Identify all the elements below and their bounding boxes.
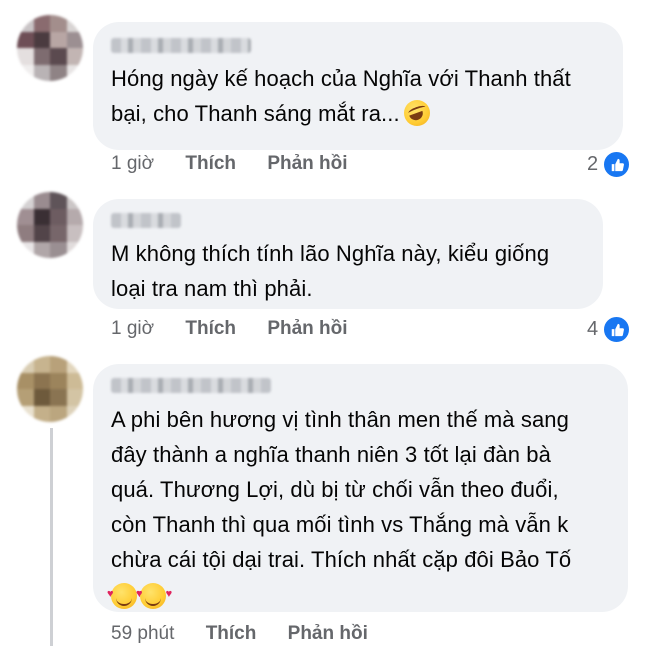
avatar-pixel	[50, 356, 67, 373]
comment-text-line: Hóng ngày kế hoạch của Nghĩa với Thanh t…	[111, 66, 571, 91]
avatar-pixel	[66, 208, 83, 225]
commenter-name-blurred[interactable]	[111, 378, 271, 393]
reaction-summary[interactable]: 2	[587, 150, 632, 179]
comment-text-line: loại tra nam thì phải.	[111, 276, 313, 301]
avatar-pixel	[17, 389, 34, 406]
comment-emoji-line	[107, 577, 571, 614]
comment-time[interactable]: 1 giờ	[111, 153, 154, 174]
reaction-count: 4	[587, 318, 599, 340]
reaction-summary[interactable]: 4	[587, 315, 632, 344]
avatar-pixel	[50, 241, 67, 258]
comment-text: Hóng ngày kế hoạch của Nghĩa với Thanh t…	[111, 61, 571, 131]
avatar-pixel	[33, 241, 50, 258]
avatar[interactable]	[17, 192, 83, 258]
thumbs-up-icon	[602, 315, 632, 344]
avatar-pixel	[33, 225, 50, 242]
reply-thread-line	[50, 428, 53, 646]
avatar-pixel	[33, 192, 50, 209]
avatar-pixel	[17, 64, 34, 81]
comment-bubble: A phi bên hương vị tình thân men thế mà …	[93, 364, 628, 612]
avatar[interactable]	[17, 15, 83, 81]
avatar[interactable]	[17, 356, 83, 422]
avatar-pixel	[66, 241, 83, 258]
comment-text-line: A phi bên hương vị tình thân men thế mà …	[111, 407, 569, 432]
comment-actions: 59 phút Thích Phản hồi	[111, 623, 368, 645]
comment-text: A phi bên hương vị tình thân men thế mà …	[107, 402, 572, 614]
avatar-pixel	[50, 389, 67, 406]
commenter-name-blurred[interactable]	[111, 38, 251, 53]
avatar-pixel	[66, 225, 83, 242]
avatar-pixel	[17, 405, 34, 422]
avatar-pixel	[33, 356, 50, 373]
like-button[interactable]: Thích	[185, 153, 236, 174]
avatar-pixel	[50, 48, 67, 65]
avatar-pixel	[17, 192, 34, 209]
avatar-pixel	[50, 15, 67, 32]
comment-text-line: M không thích tính lão Nghĩa này, kiểu g…	[111, 241, 550, 266]
avatar-pixel	[17, 225, 34, 242]
commenter-name-blurred[interactable]	[111, 213, 181, 228]
avatar-pixel	[66, 15, 83, 32]
avatar-pixel	[50, 64, 67, 81]
avatar-pixel	[17, 356, 34, 373]
comment-time[interactable]: 59 phút	[111, 623, 174, 644]
avatar-pixel	[66, 48, 83, 65]
avatar-pixel	[17, 31, 34, 48]
reaction-count: 2	[587, 153, 599, 175]
avatar-pixel	[17, 372, 34, 389]
avatar-pixel	[50, 208, 67, 225]
rolling-laughing-emoji	[403, 100, 430, 126]
comment-text: M không thích tính lão Nghĩa này, kiểu g…	[111, 236, 549, 306]
avatar-pixel	[66, 192, 83, 209]
like-button[interactable]: Thích	[206, 623, 257, 644]
comment-actions: 1 giờ Thích Phản hồi	[111, 318, 348, 340]
avatar-pixel	[33, 372, 50, 389]
avatar-pixel	[17, 208, 34, 225]
smiling-face-with-hearts-emoji	[136, 577, 182, 612]
avatar-pixel	[66, 389, 83, 406]
reply-button[interactable]: Phản hồi	[267, 153, 347, 174]
avatar-pixel	[50, 31, 67, 48]
comment-bubble: M không thích tính lão Nghĩa này, kiểu g…	[93, 199, 603, 309]
comment-time[interactable]: 1 giờ	[111, 318, 154, 339]
avatar-pixel	[33, 208, 50, 225]
smiling-face-with-hearts-emoji	[107, 577, 153, 612]
avatar-pixel	[17, 15, 34, 32]
avatar-pixel	[50, 192, 67, 209]
avatar-pixel	[33, 389, 50, 406]
avatar-pixel	[33, 405, 50, 422]
avatar-pixel	[33, 31, 50, 48]
avatar-pixel	[66, 405, 83, 422]
avatar-pixel	[66, 372, 83, 389]
comment-text-line: đây thành a nghĩa thanh niên 3 tốt lại đ…	[111, 442, 551, 467]
avatar-pixel	[50, 225, 67, 242]
comment-text-line: còn Thanh thì qua mối tình vs Thắng mà v…	[111, 512, 569, 537]
avatar-pixel	[50, 405, 67, 422]
avatar-pixel	[17, 241, 34, 258]
avatar-pixel	[17, 48, 34, 65]
like-button[interactable]: Thích	[185, 318, 236, 339]
reply-button[interactable]: Phản hồi	[288, 623, 368, 644]
comment-bubble: Hóng ngày kế hoạch của Nghĩa với Thanh t…	[93, 22, 623, 150]
thumbs-up-icon	[602, 150, 632, 179]
reply-button[interactable]: Phản hồi	[267, 318, 347, 339]
avatar-pixel	[66, 31, 83, 48]
comment-actions: 1 giờ Thích Phản hồi	[111, 153, 348, 175]
comment-text-line: bại, cho Thanh sáng mắt ra...	[111, 96, 571, 131]
avatar-pixel	[50, 372, 67, 389]
avatar-pixel	[66, 356, 83, 373]
avatar-pixel	[33, 64, 50, 81]
avatar-pixel	[66, 64, 83, 81]
avatar-pixel	[33, 15, 50, 32]
comment-text-line: quá. Thương Lợi, dù bị từ chối vẫn theo …	[111, 477, 559, 502]
avatar-pixel	[33, 48, 50, 65]
comment-text-line: chừa cái tội dại trai. Thích nhất cặp đô…	[111, 547, 572, 572]
